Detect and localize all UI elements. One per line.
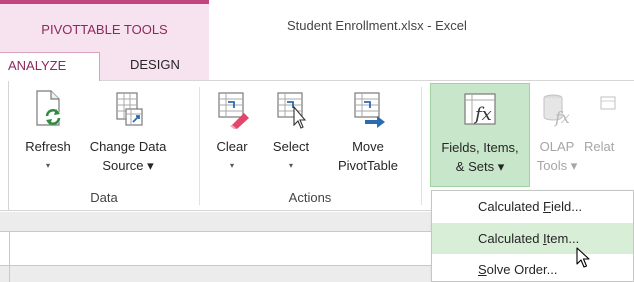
fields-items-sets-menu: Calculated Field... Calculated Item... S… [431,190,634,282]
menu-item-text: tem... [546,231,580,246]
group-label-actions: Actions [288,190,332,205]
move-pivottable-label-line2: PivotTable [338,158,398,173]
refresh-dropdown-arrow: ▾ [45,161,50,170]
move-pivottable-button[interactable]: Move PivotTable [324,83,412,187]
row-header-divider [9,266,10,282]
menu-item-text: ield... [551,199,583,214]
mouse-pointer-icon [576,247,590,268]
change-data-source-icon [116,92,143,126]
olap-tools-button[interactable]: fx OLAP Tools ▾ [532,83,582,187]
menu-item-solve-order[interactable]: Solve Order... [432,254,633,282]
move-pivottable-label-line1: Move [352,139,384,154]
select-icon [277,92,307,129]
group-label-data: Data [90,190,118,205]
olap-tools-label-line2: Tools ▾ [536,158,578,173]
change-data-source-button[interactable]: Change Data Source ▾ [86,83,170,187]
olap-tools-label-line1: OLAP [539,139,575,154]
change-data-source-label-line1: Change Data [89,139,167,154]
relationships-button[interactable]: Relat [582,83,634,187]
menu-item-calculated-field[interactable]: Calculated Field... [432,191,633,222]
ribbon-left-edge [0,81,9,211]
relationships-icon [600,96,616,110]
menu-item-text: Calculated [478,231,544,246]
fields-items-sets-icon: fx [464,93,496,125]
move-pivottable-icon [354,92,385,128]
group-separator [421,87,422,205]
clear-button[interactable]: Clear ▾ [206,83,258,187]
row-header-divider [9,232,10,265]
fields-items-sets-label-line2: & Sets ▾ [455,159,505,174]
group-separator [199,87,200,205]
select-dropdown-arrow: ▾ [288,161,293,170]
select-label: Select [272,139,310,154]
clear-label: Clear [216,139,248,154]
relationships-label: Relat [584,139,615,154]
refresh-label: Refresh [25,139,71,154]
change-data-source-label-line2: Source ▾ [102,158,154,173]
menu-item-calculated-item[interactable]: Calculated Item... [432,223,633,254]
olap-tools-icon: fx [543,94,570,127]
title-bar: PIVOTTABLE TOOLS Student Enrollment.xlsx… [0,0,634,48]
pivottable-tools-context-header: PIVOTTABLE TOOLS [0,0,209,48]
menu-item-mnemonic: F [543,199,551,214]
ribbon-tab-row: ANALYZE DESIGN [0,48,634,81]
menu-item-text: Calculated [478,199,544,214]
svg-text:fx: fx [473,104,492,125]
svg-text:fx: fx [554,108,570,127]
fields-items-sets-label-line1: Fields, Items, [441,140,519,155]
refresh-icon [36,90,61,126]
menu-item-text: olve Order... [486,262,558,277]
clear-icon [218,92,249,129]
select-button[interactable]: Select ▾ [262,83,320,187]
context-tab-title: PIVOTTABLE TOOLS [41,22,168,37]
clear-dropdown-arrow: ▾ [229,161,234,170]
tab-design[interactable]: DESIGN [122,52,188,81]
fields-items-sets-button[interactable]: fx Fields, Items, & Sets ▾ [430,83,530,187]
menu-item-mnemonic: S [478,262,487,277]
tab-analyze[interactable]: ANALYZE [0,52,100,81]
window-title: Student Enrollment.xlsx - Excel [287,18,467,33]
refresh-button[interactable]: Refresh ▾ [14,83,82,187]
